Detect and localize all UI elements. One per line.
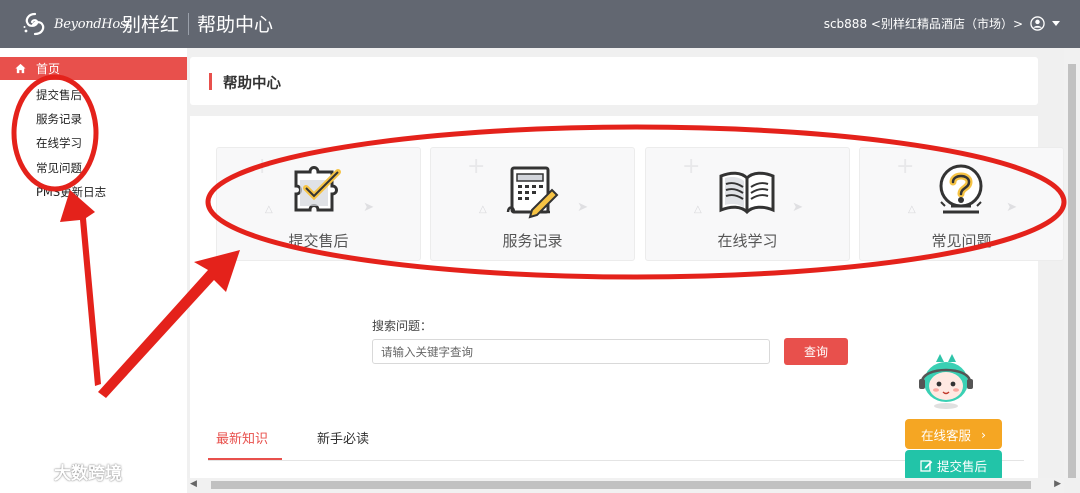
sidebar-item-service-records[interactable]: 服务记录 (36, 111, 82, 127)
decor-triangle-icon: △ (908, 204, 916, 215)
tile-faq[interactable]: + △ ➤ 常见问题 (859, 147, 1064, 261)
tile-label: 提交售后 (288, 232, 349, 250)
decor-arrow-icon: ➤ (363, 200, 374, 215)
sidebar-item-online-learning[interactable]: 在线学习 (36, 135, 82, 151)
search-label: 搜索问题： (372, 319, 433, 333)
scroll-right-icon[interactable]: ▶ (1054, 479, 1061, 489)
tab-latest-knowledge[interactable]: 最新知识 (216, 428, 268, 447)
scroll-left-icon[interactable]: ◀ (190, 479, 197, 489)
tile-online-learning[interactable]: + △ ➤ 在线学习 (645, 147, 850, 261)
vertical-scrollbar[interactable] (1064, 48, 1080, 478)
beyondhost-logo[interactable]: BeyondHost (22, 11, 131, 37)
home-icon (15, 63, 26, 74)
sidebar: 首页 提交售后 服务记录 在线学习 常见问题 PMS更新日志 (0, 48, 187, 493)
edit-icon (920, 460, 933, 472)
header-page-title: 帮助中心 (197, 14, 274, 36)
decor-arrow-icon: ➤ (1006, 200, 1017, 215)
horizontal-scrollbar[interactable]: ◀ ▶ (187, 478, 1064, 493)
open-book-icon (719, 171, 775, 215)
watermark: 大数跨境 (8, 459, 122, 484)
sidebar-item-label: 首页 (36, 62, 61, 76)
watermark-logo-icon (9, 463, 40, 480)
help-content-card: + △ ➤ 提交售后 + △ ➤ 服务记录 + △ ➤ 在线学习 + △ ➤ 常… (190, 116, 1064, 493)
watermark-text: 大数跨境 (54, 464, 122, 484)
title-accent-bar (209, 73, 212, 90)
page-title: 帮助中心 (223, 76, 281, 92)
tile-submit-ticket[interactable]: + △ ➤ 提交售后 (216, 147, 421, 261)
floating-submit-ticket-label: 提交售后 (936, 459, 987, 474)
user-menu[interactable]: scb888 <别样红精品酒店（市场）> (824, 15, 1060, 32)
sidebar-item-pms-changelog[interactable]: PMS更新日志 (36, 184, 106, 200)
chevron-right-icon: › (981, 426, 986, 442)
tile-label: 常见问题 (931, 232, 992, 250)
support-mascot-icon[interactable] (918, 352, 974, 410)
floating-submit-ticket-button[interactable]: 提交售后 (905, 450, 1002, 481)
app-title: 别样红 (122, 14, 180, 36)
tab-beginner-guide[interactable]: 新手必读 (317, 428, 369, 447)
online-service-label: 在线客服 (920, 427, 971, 443)
main-content: 帮助中心 + △ ➤ 提交售后 + △ ➤ 服务记录 + △ ➤ 在线学习 + … (187, 48, 1080, 493)
sidebar-item-submit-ticket[interactable]: 提交售后 (36, 87, 82, 103)
sidebar-item-home[interactable]: 首页 (0, 57, 187, 80)
top-header-bar: BeyondHost 别样红 帮助中心 scb888 <别样红精品酒店（市场）> (0, 0, 1080, 48)
title-separator (188, 13, 189, 35)
online-service-button[interactable]: 在线客服 › (905, 419, 1002, 449)
search-button[interactable]: 查询 (784, 338, 848, 365)
user-avatar-icon[interactable] (1030, 16, 1045, 31)
logo-mark-icon (23, 12, 45, 36)
question-bulb-icon (939, 164, 983, 214)
search-input[interactable] (372, 339, 770, 364)
horizontal-scrollbar-thumb[interactable] (211, 481, 1031, 489)
user-label: scb888 <别样红精品酒店（市场）> (823, 17, 1023, 31)
tile-service-records[interactable]: + △ ➤ 服务记录 (430, 147, 635, 261)
logo-text: BeyondHost (54, 16, 132, 32)
decor-arrow-icon: ➤ (792, 200, 803, 215)
tabs-divider (208, 460, 1024, 461)
decor-plus-icon: + (896, 154, 915, 179)
decor-arrow-icon: ➤ (577, 200, 588, 215)
decor-plus-icon: + (467, 154, 486, 179)
decor-triangle-icon: △ (694, 204, 702, 215)
tile-label: 服务记录 (502, 232, 563, 250)
decor-triangle-icon: △ (479, 204, 487, 215)
decor-plus-icon: + (682, 154, 701, 179)
decor-plus-icon: + (253, 154, 272, 179)
record-pen-icon (506, 166, 559, 219)
page-header: 帮助中心 (190, 57, 1038, 105)
chevron-down-icon[interactable] (1052, 21, 1060, 26)
puzzle-check-icon (294, 166, 341, 212)
vertical-scrollbar-thumb[interactable] (1068, 64, 1076, 478)
tile-label: 在线学习 (717, 232, 778, 250)
sidebar-item-faq[interactable]: 常见问题 (36, 160, 82, 176)
decor-triangle-icon: △ (265, 204, 273, 215)
